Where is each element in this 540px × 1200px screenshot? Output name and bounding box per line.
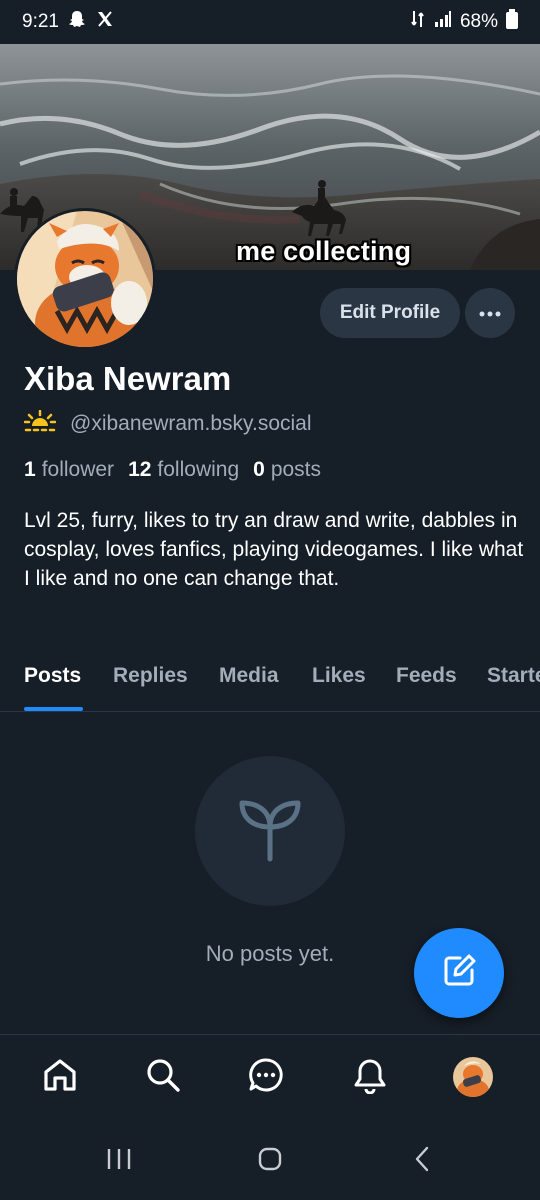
nav-profile[interactable] (451, 1055, 495, 1099)
tab-likes[interactable]: Likes (312, 664, 366, 688)
nav-notifications[interactable] (348, 1055, 392, 1099)
back-button[interactable] (402, 1146, 442, 1176)
nav-home[interactable] (38, 1055, 82, 1099)
edit-profile-button[interactable]: Edit Profile (320, 288, 460, 338)
tab-starter-packs[interactable]: Starte (487, 664, 540, 688)
profile-handle[interactable]: @xibanewram.bsky.social (70, 412, 312, 436)
following-stat[interactable]: 12 following (128, 458, 239, 482)
recent-apps-button[interactable] (99, 1146, 139, 1176)
tab-posts[interactable]: Posts (24, 664, 81, 688)
status-bar: 9:21 68% (0, 0, 540, 44)
tab-replies[interactable]: Replies (113, 664, 188, 688)
active-tab-indicator (24, 707, 83, 711)
sunrise-icon (23, 409, 57, 438)
search-icon (144, 1056, 182, 1099)
back-chevron-icon (413, 1146, 431, 1177)
data-icon (410, 8, 426, 36)
profile-avatar[interactable] (14, 208, 156, 350)
signal-icon (434, 10, 452, 34)
x-icon (95, 9, 115, 35)
profile-bio: Lvl 25, furry, likes to try an draw and … (24, 509, 524, 590)
battery-icon (506, 9, 518, 35)
ellipsis-icon (479, 304, 501, 322)
status-left: 9:21 (22, 9, 115, 35)
nav-profile-avatar (453, 1057, 493, 1097)
followers-stat[interactable]: 1 follower (24, 458, 114, 482)
seedling-icon (230, 789, 310, 874)
more-options-button[interactable] (465, 288, 515, 338)
following-count: 12 (128, 458, 152, 481)
home-button[interactable] (250, 1146, 290, 1176)
empty-state-icon-circle (195, 756, 345, 906)
display-name: Xiba Newram (24, 360, 232, 397)
compose-icon (440, 952, 478, 995)
followers-count: 1 (24, 458, 36, 481)
stats-row: 1 follower 12 following 0 posts (24, 458, 321, 482)
status-right: 68% (410, 8, 518, 36)
following-label: following (157, 458, 240, 481)
system-navigation-bar (0, 1120, 540, 1200)
bell-icon (351, 1056, 389, 1099)
chat-icon (247, 1056, 285, 1099)
snapchat-icon (67, 9, 87, 35)
home-circle-icon (257, 1146, 283, 1177)
nav-chat[interactable] (244, 1055, 288, 1099)
status-time: 9:21 (22, 11, 59, 32)
banner-caption: me collecting (236, 236, 412, 266)
home-icon (41, 1056, 79, 1099)
posts-label: posts (270, 458, 322, 481)
posts-count: 0 (253, 458, 265, 481)
posts-stat: 0 posts (253, 458, 321, 482)
recent-apps-icon (106, 1147, 132, 1176)
nav-search[interactable] (141, 1055, 185, 1099)
tab-media[interactable]: Media (219, 664, 279, 688)
profile-tabs: Posts Replies Media Likes Feeds Starte (0, 650, 540, 712)
followers-label: follower (41, 458, 115, 481)
tab-feeds[interactable]: Feeds (396, 664, 457, 688)
bottom-navigation (0, 1034, 540, 1120)
compose-post-button[interactable] (414, 928, 504, 1018)
avatar-image (17, 211, 153, 347)
battery-text: 68% (459, 11, 498, 32)
handle-row: @xibanewram.bsky.social (23, 409, 312, 438)
